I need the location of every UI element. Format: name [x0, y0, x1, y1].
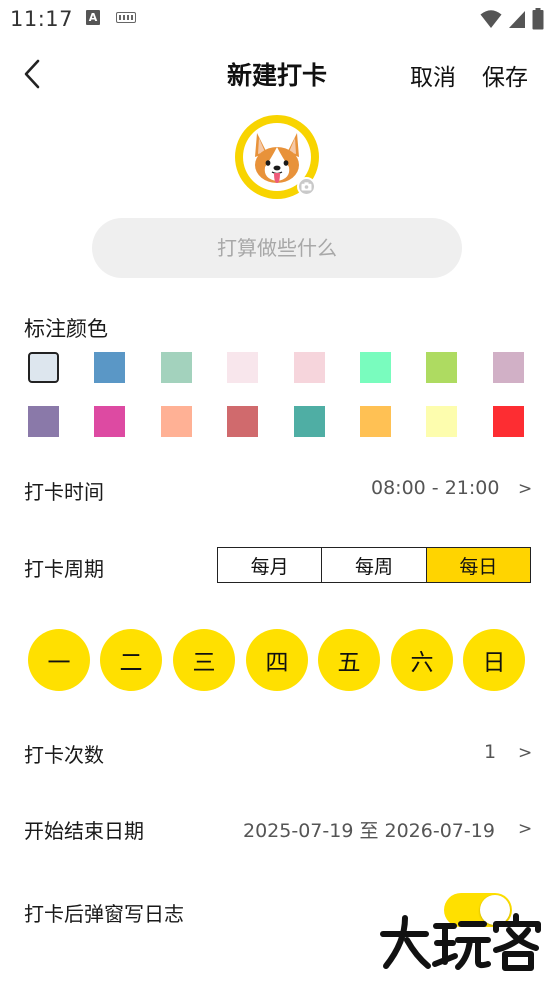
watermark-logo [380, 913, 541, 971]
color-swatch-10[interactable] [94, 406, 125, 437]
color-swatch-3[interactable] [161, 352, 192, 383]
count-row-value: 1 [484, 741, 497, 763]
wifi-icon [480, 10, 502, 28]
color-swatch-13[interactable] [294, 406, 325, 437]
weekday-selector: 一 二 三 四 五 六 日 [0, 629, 554, 691]
period-option-daily[interactable]: 每日 [425, 548, 530, 582]
task-name-input[interactable] [92, 218, 462, 278]
back-button[interactable] [14, 56, 50, 92]
chevron-left-icon [24, 59, 40, 89]
color-swatch-6[interactable] [360, 352, 391, 383]
cancel-button[interactable]: 取消 [410, 58, 456, 92]
color-swatch-1[interactable] [28, 352, 59, 383]
keyboard-icon [116, 12, 136, 23]
time-row-value: 08:00 - 21:00 [371, 477, 500, 499]
weekday-fri[interactable]: 五 [318, 629, 380, 691]
weekday-mon[interactable]: 一 [28, 629, 90, 691]
journal-row-label: 打卡后弹窗写日志 [24, 902, 184, 926]
weekday-tue[interactable]: 二 [100, 629, 162, 691]
battery-icon [532, 8, 544, 30]
color-swatch-14[interactable] [360, 406, 391, 437]
weekday-wed[interactable]: 三 [173, 629, 235, 691]
status-bar: 11:17 A [0, 0, 554, 38]
color-swatch-15[interactable] [426, 406, 457, 437]
signal-icon [509, 11, 525, 28]
camera-glyph [301, 182, 312, 191]
color-swatch-9[interactable] [28, 406, 59, 437]
count-row-label: 打卡次数 [24, 743, 104, 767]
color-swatch-5[interactable] [294, 352, 325, 383]
date-row-value: 2025-07-19 至 2026-07-19 [243, 820, 495, 842]
color-swatch-4[interactable] [227, 352, 258, 383]
color-swatch-2[interactable] [94, 352, 125, 383]
chevron-right-icon: > [518, 479, 533, 499]
color-swatch-16[interactable] [493, 406, 524, 437]
period-segmented-control: 每月 每周 每日 [217, 547, 531, 583]
color-section-label: 标注颜色 [24, 317, 108, 341]
period-option-weekly[interactable]: 每周 [321, 548, 425, 582]
period-option-monthly[interactable]: 每月 [218, 548, 321, 582]
save-button[interactable]: 保存 [482, 58, 528, 92]
time-row-label: 打卡时间 [24, 480, 104, 504]
date-row-label: 开始结束日期 [24, 819, 144, 843]
weekday-sat[interactable]: 六 [391, 629, 453, 691]
color-swatch-11[interactable] [161, 406, 192, 437]
period-row-label: 打卡周期 [24, 557, 104, 581]
text-notification-icon: A [86, 10, 100, 25]
color-swatch-12[interactable] [227, 406, 258, 437]
status-time: 11:17 [10, 7, 74, 31]
page-title: 新建打卡 [226, 61, 327, 90]
status-icons [480, 8, 544, 30]
weekday-sun[interactable]: 日 [463, 629, 525, 691]
app-header: 新建打卡 取消 保存 [0, 38, 554, 110]
chevron-right-icon: > [518, 743, 533, 763]
chevron-right-icon: > [518, 819, 533, 839]
camera-icon[interactable] [297, 177, 316, 196]
color-swatch-8[interactable] [493, 352, 524, 383]
weekday-thu[interactable]: 四 [246, 629, 308, 691]
color-swatch-7[interactable] [426, 352, 457, 383]
